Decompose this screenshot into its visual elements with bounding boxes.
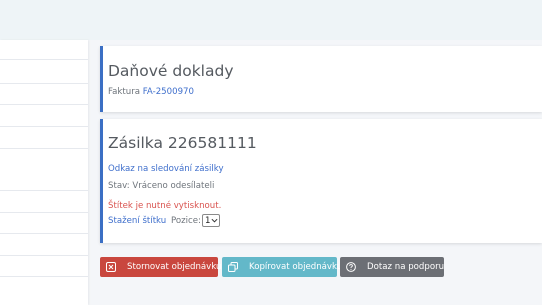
cancel-order-button[interactable]: Stornovat objednávku [100,257,222,277]
invoice-prefix: Faktura [108,87,143,97]
copy-order-button[interactable]: Kopírovat objednávku [222,257,342,277]
label-download-link[interactable]: Stažení štítku [108,216,166,226]
sidebar-divider [0,276,88,277]
position-value: 1 [205,215,211,226]
cancel-order-label: Stornovat objednávku [127,262,222,272]
top-bar [0,0,542,40]
chevron-down-icon [211,218,218,223]
tracking-link[interactable]: Odkaz na sledování zásilky [108,164,224,174]
sidebar-divider [0,233,88,234]
invoice-link[interactable]: FA-2500970 [143,87,194,97]
sidebar-divider [0,104,88,105]
sidebar-divider [0,190,88,191]
question-circle-icon [346,262,356,272]
tax-documents-card: Daňové doklady Faktura FA-2500970 [100,46,542,112]
sidebar-divider [0,126,88,127]
support-question-button[interactable]: Dotaz na podporu [340,257,444,277]
tax-documents-title: Daňové doklady [108,62,234,80]
label-warning: Štítek je nutné vytisknout. [108,201,222,211]
shipment-status: Stav: Vráceno odesílateli [108,181,215,191]
invoice-line: Faktura FA-2500970 [108,87,194,97]
shipment-title: Zásilka 226581111 [108,134,257,152]
left-sidebar-panel [0,40,88,305]
sidebar-divider [0,255,88,256]
position-select[interactable]: 1 [202,214,220,227]
copy-icon [228,262,238,272]
sidebar-divider [0,148,88,149]
copy-order-label: Kopírovat objednávku [249,262,343,272]
sidebar-divider [0,59,88,60]
support-question-label: Dotaz na podporu [367,262,445,272]
close-square-icon [106,262,116,272]
shipment-card: Zásilka 226581111 Odkaz na sledování zás… [100,119,542,243]
position-label: Pozice: [171,216,201,226]
sidebar-divider [0,83,88,84]
sidebar-divider [0,212,88,213]
